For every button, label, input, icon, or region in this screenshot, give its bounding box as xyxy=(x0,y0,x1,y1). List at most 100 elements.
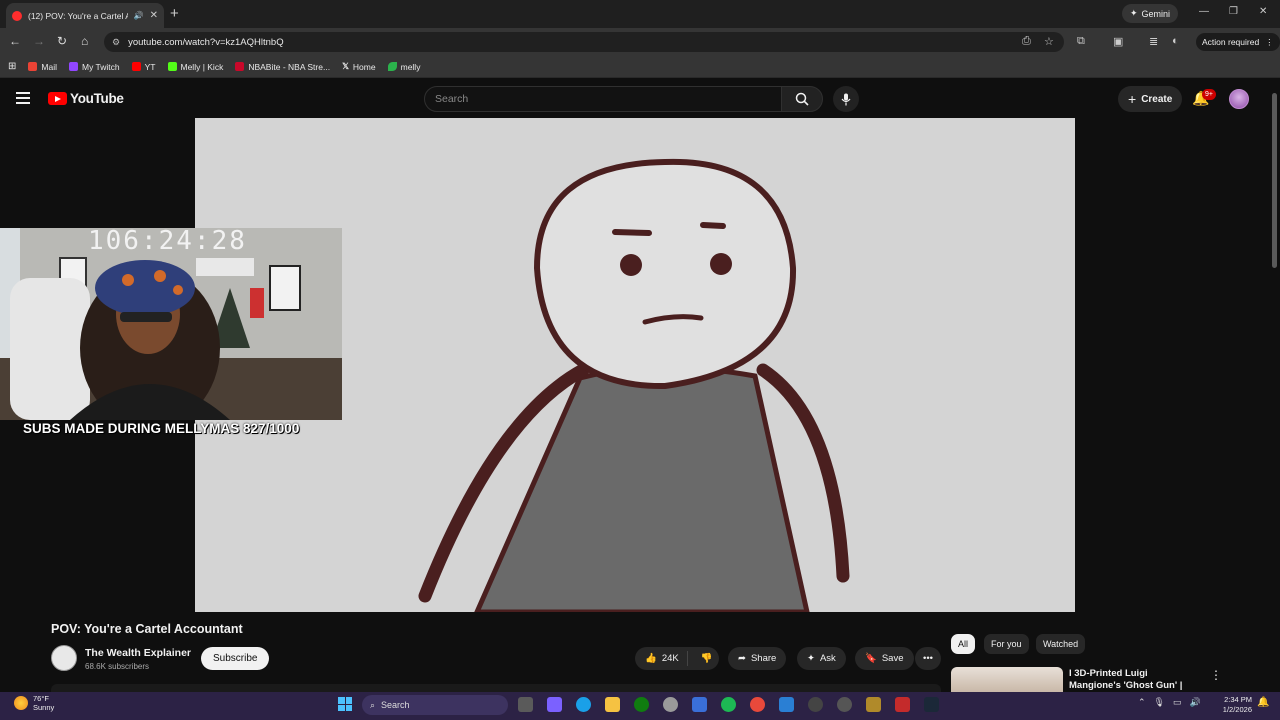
search-input[interactable]: Search xyxy=(424,86,782,112)
subs-goal-text: SUBS MADE DURING MELLYMAS 827/1000 xyxy=(23,421,300,436)
reload-icon[interactable]: ↻ xyxy=(57,34,67,48)
sparkle-icon: ✦ xyxy=(807,653,815,664)
hamburger-menu-icon[interactable] xyxy=(16,92,30,104)
leaf-icon xyxy=(387,62,397,71)
app-arrow-icon[interactable] xyxy=(837,697,852,712)
minimize-icon[interactable]: — xyxy=(1199,6,1209,17)
weather-condition: Sunny xyxy=(33,703,55,712)
chrome-icon[interactable] xyxy=(750,697,765,712)
youtube-play-icon xyxy=(48,92,67,105)
taskbar-search[interactable]: ⌕ Search xyxy=(362,695,508,715)
action-required-button[interactable]: Action required ⋮ xyxy=(1196,33,1280,51)
back-icon[interactable]: ← xyxy=(9,34,21,48)
share-label: Share xyxy=(750,653,777,664)
bookmark-nbabite[interactable]: NBABite - NBA Stre... xyxy=(235,62,330,72)
extensions-icon[interactable]: ⧉ xyxy=(1077,35,1085,48)
kick-icon xyxy=(167,62,177,71)
bookmark-home[interactable]: 𝕏 Home xyxy=(342,61,376,72)
photos-icon[interactable] xyxy=(779,697,794,712)
notification-center-icon[interactable]: 🔔 xyxy=(1257,697,1269,708)
chevron-up-icon[interactable]: ⌃ xyxy=(1138,697,1146,708)
close-tab-icon[interactable]: ✕ xyxy=(150,10,158,21)
reading-list-icon[interactable]: ≣ xyxy=(1149,35,1158,48)
chip-watched[interactable]: Watched xyxy=(1036,634,1086,654)
channel-name[interactable]: The Wealth Explainer xyxy=(85,647,191,659)
bookmark-yt[interactable]: YT xyxy=(131,62,156,72)
search-placeholder: Search xyxy=(435,93,469,105)
dislike-button[interactable]: 👎 xyxy=(693,653,721,664)
gemini-button[interactable]: ✦ Gemini xyxy=(1122,4,1179,23)
copilot-icon[interactable] xyxy=(547,697,562,712)
save-button[interactable]: 🔖 Save xyxy=(855,647,914,670)
description-box[interactable] xyxy=(51,684,941,692)
microphone-icon xyxy=(841,93,851,105)
more-actions-button[interactable]: ••• xyxy=(915,647,941,670)
windows-start-icon[interactable] xyxy=(338,697,352,711)
scrollbar-thumb[interactable] xyxy=(1272,93,1277,268)
install-icon[interactable]: ⎙ xyxy=(1022,35,1031,48)
restore-icon[interactable]: ❐ xyxy=(1229,6,1238,17)
search-button[interactable] xyxy=(781,86,823,112)
kebab-menu-icon[interactable]: ⋮ xyxy=(1265,37,1274,48)
bookmark-mail[interactable]: Mail xyxy=(28,62,57,72)
search-icon: ⌕ xyxy=(370,699,376,710)
volume-icon[interactable]: 🔊 xyxy=(1190,697,1201,708)
kebab-menu-icon[interactable]: ⋮ xyxy=(1210,668,1222,682)
youtube-favicon-icon xyxy=(12,10,22,21)
address-bar[interactable]: ⚙ youtube.com/watch?v=kz1AQHltnbQ xyxy=(104,32,1064,52)
voice-search-button[interactable] xyxy=(833,86,859,112)
thumbs-down-icon: 👎 xyxy=(700,653,713,664)
file-explorer-icon[interactable] xyxy=(605,697,620,712)
taskbar-search-label: Search xyxy=(381,700,410,710)
app-red-icon[interactable] xyxy=(895,697,910,712)
display-icon[interactable]: ▭ xyxy=(1173,697,1182,708)
obs-icon[interactable] xyxy=(663,697,678,712)
split-view-icon[interactable]: ▣ xyxy=(1113,35,1123,48)
microphone-icon[interactable]: 🎙 xyxy=(1154,697,1165,708)
spotify-icon[interactable] xyxy=(721,697,736,712)
share-button[interactable]: ➦ Share xyxy=(728,647,787,670)
chip-for-you[interactable]: For you xyxy=(984,634,1029,654)
chip-all[interactable]: All xyxy=(951,634,976,654)
character-head xyxy=(533,158,797,390)
bookmarks-bar: ⊞ Mail My Twitch YT Melly | Kick NBABite… xyxy=(0,56,1280,78)
create-label: Create xyxy=(1141,93,1173,105)
recommended-video-title[interactable]: I 3D-Printed Luigi Mangione's 'Ghost Gun… xyxy=(1069,668,1199,692)
ask-button[interactable]: ✦ Ask xyxy=(797,647,846,670)
thumbs-up-icon: 👍 xyxy=(645,653,657,664)
close-window-icon[interactable]: ✕ xyxy=(1259,6,1267,17)
edge-icon[interactable] xyxy=(576,697,591,712)
xbox-icon[interactable] xyxy=(634,697,649,712)
bookmark-my-twitch[interactable]: My Twitch xyxy=(68,62,120,72)
bookmark-melly-kick[interactable]: Melly | Kick xyxy=(167,62,223,72)
channel-avatar[interactable] xyxy=(51,645,77,671)
forward-icon[interactable]: → xyxy=(33,34,45,48)
bookmark-melly[interactable]: melly xyxy=(387,62,420,72)
character-left-brow xyxy=(612,229,652,236)
subscribe-button[interactable]: Subscribe xyxy=(201,647,270,670)
profile-icon[interactable]: ◐ xyxy=(1172,35,1179,47)
store-icon[interactable] xyxy=(692,697,707,712)
speaker-icon[interactable]: 🔊 xyxy=(134,11,144,20)
steam-icon[interactable] xyxy=(924,697,939,712)
youtube-logo[interactable]: YouTube xyxy=(48,91,124,106)
x-icon: 𝕏 xyxy=(342,61,349,71)
media-player-icon[interactable] xyxy=(808,697,823,712)
taskbar-clock[interactable]: 2:34 PM 1/2/2026 xyxy=(1218,695,1252,715)
system-tray: ⌃ 🎙 ▭ 🔊 xyxy=(1138,697,1201,708)
weather-widget[interactable]: 76°F Sunny xyxy=(14,694,54,712)
like-button[interactable]: 👍 24K xyxy=(635,651,688,666)
account-avatar[interactable] xyxy=(1229,89,1249,109)
home-icon[interactable]: ⌂ xyxy=(81,34,88,48)
task-view-icon[interactable] xyxy=(518,697,533,712)
apps-icon[interactable]: ⊞ xyxy=(8,61,16,72)
recommended-video-thumbnail[interactable] xyxy=(951,667,1063,692)
notification-badge: 9+ xyxy=(1202,89,1216,100)
browser-tab[interactable]: (12) POV: You're a Cartel Ac 🔊 ✕ xyxy=(6,3,164,28)
video-title: POV: You're a Cartel Accountant xyxy=(51,622,243,636)
star-icon[interactable]: ☆ xyxy=(1044,35,1054,48)
app-game-icon[interactable] xyxy=(866,697,881,712)
new-tab-icon[interactable]: + xyxy=(170,5,179,22)
create-button[interactable]: + Create xyxy=(1118,86,1183,112)
site-info-icon[interactable]: ⚙ xyxy=(112,37,120,48)
